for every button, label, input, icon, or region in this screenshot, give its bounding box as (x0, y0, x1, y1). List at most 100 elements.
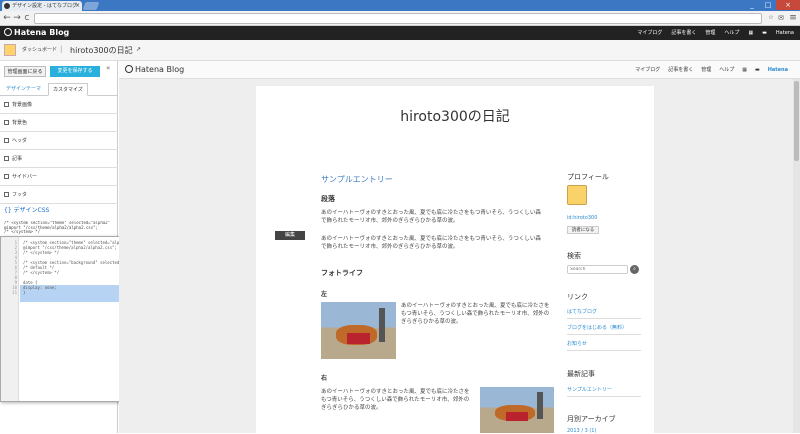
subscribe-button[interactable]: 読者になる (567, 226, 599, 234)
back-button[interactable]: ← (2, 13, 12, 23)
forward-button[interactable]: → (12, 13, 22, 23)
dashboard-link[interactable]: ダッシュボード (22, 46, 57, 53)
link-news[interactable]: お知らせ (567, 340, 587, 347)
link-hatena-blog[interactable]: はてなブログ (567, 308, 597, 315)
link-start-blog[interactable]: ブログをはじめる（無料） (567, 324, 627, 331)
dashboard-bar: ダッシュボード | hiroto300の日記 ↗ (0, 40, 800, 61)
header-icon (4, 138, 9, 143)
sidebar-item-article[interactable]: 記事 (0, 150, 118, 168)
sidebar-item-background-color[interactable]: 背景色 (0, 114, 118, 132)
browser-tab[interactable]: デザイン設定 - はてなブログ × (2, 1, 82, 11)
code-line: display: none; (23, 285, 57, 290)
logo-circle-icon (125, 65, 133, 73)
profile-heading: プロフィール (567, 173, 609, 181)
preview-hatena-bar: Hatena Blog マイブログ 記事を書く 管理 ヘルプ ▦ ▬ Haten… (119, 61, 800, 79)
label-right: 右 (321, 375, 328, 382)
close-window-button[interactable]: × (776, 0, 800, 10)
hatena-blog-logo[interactable]: Hatena Blog (4, 28, 69, 38)
sidebar-item-footer[interactable]: フッタ (0, 186, 118, 204)
window-controls: _ □ × (744, 0, 800, 10)
logo-circle-icon (4, 28, 12, 36)
sidebar-item-sidebar[interactable]: サイドバー (0, 168, 118, 186)
blog-title[interactable]: hiroto300の日記 (70, 45, 133, 56)
comment-icon[interactable]: ▬ (755, 61, 760, 79)
bookmark-star-icon[interactable]: ☆ (766, 13, 776, 23)
menu-help[interactable]: ヘルプ (724, 26, 739, 40)
hatena-menu: マイブログ 記事を書く 管理 ヘルプ ▦ ▬ Hatena (637, 26, 794, 40)
footer-icon (4, 192, 9, 197)
hatena-top-bar: Hatena Blog マイブログ 記事を書く 管理 ヘルプ ▦ ▬ Haten… (0, 26, 800, 40)
profile-avatar[interactable] (567, 185, 587, 205)
tab-close-icon[interactable]: × (75, 1, 80, 11)
back-to-admin-button[interactable]: 管理画面に戻る (4, 66, 46, 77)
blog-preview: Hatena Blog マイブログ 記事を書く 管理 ヘルプ ▦ ▬ Haten… (119, 61, 800, 434)
sidebar-icon (4, 174, 9, 179)
mail-icon[interactable]: ✉ (776, 13, 786, 23)
separator: | (60, 45, 63, 53)
archive-heading: 月別アーカイブ (567, 415, 616, 423)
image-icon (4, 102, 9, 107)
hatena-favicon-icon (4, 3, 10, 9)
paragraph-1: あのイーハトーヴォのすきとおった風、夏でも底に冷たさをもつ青いそら、うつくしい森… (321, 210, 541, 224)
tab-design-theme[interactable]: デザインテーマ (6, 85, 41, 92)
blog-header-title[interactable]: hiroto300の日記 (256, 106, 654, 126)
code-line: /* </system> */ (23, 250, 60, 255)
scrollbar-thumb[interactable] (794, 81, 799, 161)
entry-title[interactable]: サンプルエントリー (321, 174, 393, 185)
new-tab-button[interactable] (82, 2, 100, 10)
grid-icon[interactable]: ▦ (748, 26, 753, 40)
photo-text-left: あのイーハトーヴォのすきとおった風、夏でも底に冷たさをもつ青いそら、うつくしい森… (401, 303, 550, 325)
search-input[interactable] (567, 265, 628, 274)
tab-title: デザイン設定 - はてなブログ (12, 3, 77, 9)
recent-heading: 最新記事 (567, 370, 595, 378)
code-line: } (23, 290, 26, 295)
recent-entry-link[interactable]: サンプルエントリー (567, 386, 612, 393)
preview-menu-hatena[interactable]: Hatena (768, 61, 788, 79)
comment-icon[interactable]: ▬ (762, 26, 767, 40)
save-changes-button[interactable]: 変更を保存する (50, 66, 100, 77)
photo-left[interactable] (321, 302, 396, 359)
reload-button[interactable]: C (22, 13, 32, 23)
preview-menu-write[interactable]: 記事を書く (668, 61, 693, 79)
archive-link[interactable]: 2013 / 3 (1) (567, 428, 596, 434)
tab-customize[interactable]: カスタマイズ (48, 83, 88, 96)
preview-menu: マイブログ 記事を書く 管理 ヘルプ ▦ ▬ Hatena (635, 61, 788, 79)
avatar[interactable] (4, 44, 16, 56)
maximize-button[interactable]: □ (760, 0, 776, 10)
photo-right[interactable] (480, 387, 554, 433)
browser-tab-strip: デザイン設定 - はてなブログ × _ □ × (0, 0, 800, 11)
search-icon[interactable]: ⌕ (630, 265, 639, 274)
menu-write[interactable]: 記事を書く (671, 26, 696, 40)
preview-logo[interactable]: Hatena Blog (125, 65, 184, 75)
profile-id-link[interactable]: id:hiroto300 (567, 215, 597, 221)
collapse-sidebar-icon[interactable]: « (106, 64, 110, 72)
photo-text-right: あのイーハトーヴォのすきとおった風、夏でも底に冷たさをもつ青いそら、うつくしい森… (321, 389, 470, 411)
sidebar-item-background-image[interactable]: 背景画像 (0, 96, 118, 114)
external-link-icon[interactable]: ↗ (136, 46, 141, 53)
minimize-button[interactable]: _ (744, 0, 760, 10)
preview-menu-my-blog[interactable]: マイブログ (635, 61, 660, 79)
preview-menu-help[interactable]: ヘルプ (719, 61, 734, 79)
menu-my-blog[interactable]: マイブログ (637, 26, 662, 40)
sidebar-tabs: デザインテーマ カスタマイズ (0, 83, 118, 96)
heading-photolife: フォトライフ (321, 269, 363, 277)
menu-hatena[interactable]: Hatena (776, 26, 794, 40)
preview-scrollbar[interactable] (793, 79, 800, 433)
preview-menu-manage[interactable]: 管理 (701, 61, 711, 79)
menu-icon[interactable]: ≡ (788, 13, 798, 23)
search-heading: 検索 (567, 252, 581, 260)
menu-manage[interactable]: 管理 (705, 26, 715, 40)
grid-icon[interactable]: ▦ (742, 61, 747, 79)
paragraph-2: あのイーハトーヴォのすきとおった風、夏でも底に冷たさをもつ青いそら、うつくしい森… (321, 236, 541, 250)
links-heading: リンク (567, 293, 588, 301)
line-number: 11 (12, 290, 17, 295)
design-css-heading[interactable]: {} デザインCSS (0, 204, 118, 218)
address-bar-row: ← → C ☆ ✉ ≡ (0, 11, 800, 26)
sidebar-item-header[interactable]: ヘッダ (0, 132, 118, 150)
article-icon (4, 156, 9, 161)
edit-entry-button[interactable]: 編集 (275, 231, 305, 240)
css-textarea[interactable]: /* <system section="theme" selected="alp… (4, 221, 116, 235)
code-line: /* </system> */ (23, 270, 60, 275)
url-input[interactable] (34, 13, 762, 24)
label-left: 左 (321, 291, 328, 298)
